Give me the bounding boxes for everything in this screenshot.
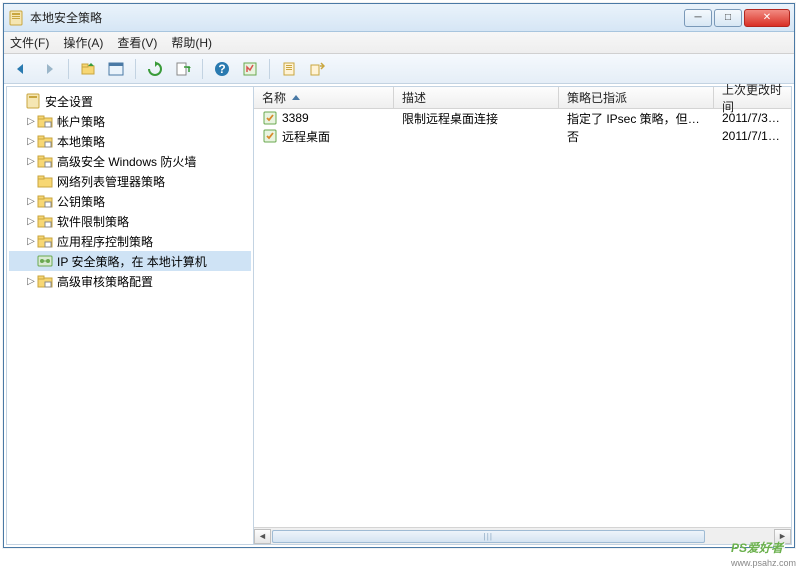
separator [68, 59, 69, 79]
tree-panel: 安全设置 ▷ 帐户策略 ▷ 本地策略 ▷ 高级安全 Windows 防火墙网络列表管理器策… [7, 87, 254, 544]
scroll-track[interactable] [271, 529, 774, 544]
folder-icon [37, 113, 53, 129]
tool-up[interactable] [77, 58, 99, 80]
tree-item[interactable]: ▷ 高级审核策略配置 [9, 271, 251, 291]
security-icon [25, 93, 41, 109]
horizontal-scrollbar[interactable]: ◄ ► [254, 527, 791, 544]
tool-action3[interactable] [306, 58, 328, 80]
tree-root[interactable]: 安全设置 [9, 91, 251, 111]
table-row[interactable]: 远程桌面 否2011/7/13 2 [254, 127, 791, 145]
cell-assigned: 否 [559, 128, 714, 145]
scroll-thumb[interactable] [272, 530, 705, 543]
close-button[interactable]: ✕ [744, 9, 790, 27]
tree-item-label: 帐户策略 [57, 113, 105, 130]
forward-button[interactable] [38, 58, 60, 80]
expander-icon: ▷ [25, 136, 37, 147]
window: 本地安全策略 ─ □ ✕ 文件(F) 操作(A) 查看(V) 帮助(H) ? [3, 3, 795, 548]
menu-action[interactable]: 操作(A) [63, 34, 103, 51]
watermark-sub: www.psahz.com [731, 558, 796, 568]
tree-item-label: IP 安全策略，在 本地计算机 [57, 253, 207, 270]
separator [202, 59, 203, 79]
cell-assigned: 指定了 IPsec 策略，但是 ... [559, 110, 714, 127]
policy-icon [262, 110, 278, 126]
tree-item-label: 高级审核策略配置 [57, 273, 153, 290]
minimize-button[interactable]: ─ [684, 9, 712, 27]
tree-item-label: 公钥策略 [57, 193, 105, 210]
folder-icon [37, 233, 53, 249]
cell-desc: 限制远程桌面连接 [394, 110, 559, 127]
column-time[interactable]: 上次更改时间 [714, 87, 791, 108]
tree-item[interactable]: ▷ 应用程序控制策略 [9, 231, 251, 251]
expander-icon: ▷ [25, 216, 37, 227]
separator [135, 59, 136, 79]
tree-item[interactable]: ▷ 公钥策略 [9, 191, 251, 211]
cell-name: 远程桌面 [254, 128, 394, 145]
content-area: 安全设置 ▷ 帐户策略 ▷ 本地策略 ▷ 高级安全 Windows 防火墙网络列表管理器策… [6, 86, 792, 545]
scroll-left-button[interactable]: ◄ [254, 529, 271, 544]
column-desc[interactable]: 描述 [394, 87, 559, 108]
cell-time: 2011/7/13 2 [714, 129, 791, 143]
tree-item[interactable]: ▷ 本地策略 [9, 131, 251, 151]
tree-item-label: 高级安全 Windows 防火墙 [57, 153, 196, 170]
table-row[interactable]: 3389限制远程桌面连接指定了 IPsec 策略，但是 ...2011/7/3 … [254, 109, 791, 127]
tool-action2[interactable] [278, 58, 300, 80]
expander-icon: ▷ [25, 116, 37, 127]
separator [269, 59, 270, 79]
column-assigned[interactable]: 策略已指派 [559, 87, 714, 108]
tool-export[interactable] [172, 58, 194, 80]
tree-item[interactable]: ▷ 帐户策略 [9, 111, 251, 131]
tool-help[interactable]: ? [211, 58, 233, 80]
menu-help[interactable]: 帮助(H) [171, 34, 212, 51]
expander-icon: ▷ [25, 236, 37, 247]
tree-item-label: 本地策略 [57, 133, 105, 150]
list-header: 名称 描述 策略已指派 上次更改时间 [254, 87, 791, 109]
folder-icon [37, 153, 53, 169]
tree-item-label: 应用程序控制策略 [57, 233, 153, 250]
folder-icon [37, 273, 53, 289]
menu-file[interactable]: 文件(F) [10, 34, 49, 51]
tree-item[interactable]: ▷ 高级安全 Windows 防火墙 [9, 151, 251, 171]
titlebar: 本地安全策略 ─ □ ✕ [4, 4, 794, 32]
folder-icon [37, 173, 53, 189]
menubar: 文件(F) 操作(A) 查看(V) 帮助(H) [4, 32, 794, 54]
tool-action1[interactable] [239, 58, 261, 80]
tree-item[interactable]: ▷ 软件限制策略 [9, 211, 251, 231]
expander-icon: ▷ [25, 156, 37, 167]
list-panel: 名称 描述 策略已指派 上次更改时间 3389限制远程桌面连接指定了 IPsec… [254, 87, 791, 544]
folder-icon [37, 133, 53, 149]
back-button[interactable] [10, 58, 32, 80]
watermark: PS爱好者 www.psahz.com [731, 535, 796, 568]
cell-time: 2011/7/3 17 [714, 111, 791, 125]
ip-policy-icon [37, 253, 53, 269]
maximize-button[interactable]: □ [714, 9, 742, 27]
tool-refresh[interactable] [144, 58, 166, 80]
tree-item-label: 软件限制策略 [57, 213, 129, 230]
menu-view[interactable]: 查看(V) [117, 34, 157, 51]
tree-item[interactable]: 网络列表管理器策略 [9, 171, 251, 191]
column-name[interactable]: 名称 [254, 87, 394, 108]
window-buttons: ─ □ ✕ [684, 9, 790, 27]
window-title: 本地安全策略 [30, 9, 684, 26]
expander-icon: ▷ [25, 196, 37, 207]
tree-item-label: 网络列表管理器策略 [57, 173, 165, 190]
watermark-main: PS爱好者 [731, 541, 783, 555]
folder-icon [37, 193, 53, 209]
tree-root-label: 安全设置 [45, 93, 93, 110]
policy-icon [262, 128, 278, 144]
app-icon [8, 10, 24, 26]
tree-item[interactable]: IP 安全策略，在 本地计算机 [9, 251, 251, 271]
cell-name: 3389 [254, 110, 394, 126]
svg-text:?: ? [218, 62, 225, 76]
expander-icon: ▷ [25, 276, 37, 287]
list-body: 3389限制远程桌面连接指定了 IPsec 策略，但是 ...2011/7/3 … [254, 109, 791, 527]
toolbar: ? [4, 54, 794, 84]
folder-icon [37, 213, 53, 229]
tool-properties[interactable] [105, 58, 127, 80]
